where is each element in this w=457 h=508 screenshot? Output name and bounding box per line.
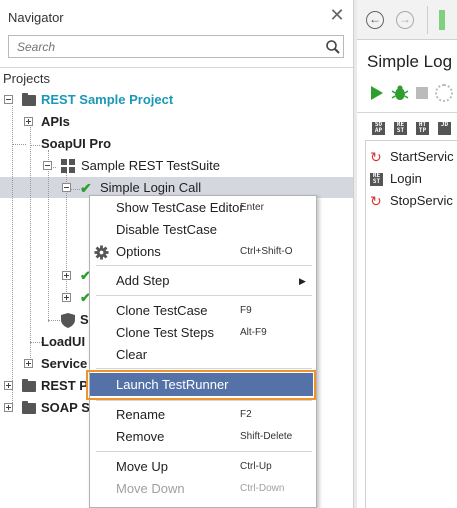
main-toolbar: ← → [357, 0, 457, 40]
tree-item-rest-sample-project[interactable]: REST Sample Project [0, 90, 300, 110]
tree-item-label: REST Sample Project [41, 92, 174, 107]
run-icon[interactable] [371, 86, 383, 100]
groovy-script-icon: ↻ [370, 149, 382, 165]
menu-item-clone-test-steps[interactable]: Clone Test Steps Alt-F9 [90, 322, 316, 344]
tree-item-service[interactable]: Service [0, 354, 90, 374]
tree-item-label: S [80, 312, 89, 327]
menu-item-move-up[interactable]: Move Up Ctrl-Up [90, 456, 316, 478]
expand-toggle[interactable] [24, 359, 33, 368]
expand-toggle[interactable] [4, 403, 13, 412]
menu-item-rename[interactable]: Rename F2 [90, 404, 316, 426]
list-item[interactable]: ↻ StartServic [370, 147, 457, 167]
search-box [8, 35, 344, 58]
status-indicator [439, 10, 445, 30]
editor-panel: ← → Simple Log SO AP RE ST HT TP JD ↻ Start… [357, 0, 457, 508]
highlight-box [86, 370, 316, 400]
tree-item-label: LoadUI [41, 334, 86, 349]
close-icon[interactable]: ✕ [329, 6, 345, 24]
context-menu: Show TestCase Editor Enter Disable TestC… [86, 195, 317, 508]
stop-icon[interactable] [416, 87, 428, 99]
tree-item-security-test[interactable]: S [0, 310, 90, 330]
gear-icon [94, 245, 109, 260]
collapse-toggle[interactable] [62, 183, 71, 192]
tree-item-sample-rest-testsuite[interactable]: Sample REST TestSuite [0, 156, 260, 176]
menu-separator [96, 400, 312, 401]
menu-item-move-down[interactable]: Move Down Ctrl-Down [90, 478, 316, 500]
expand-toggle[interactable] [62, 271, 71, 280]
step-label: Login [390, 171, 422, 186]
step-label: StopServic [390, 193, 453, 208]
menu-item-disable-testcase[interactable]: Disable TestCase [90, 219, 316, 241]
tree-item-rest-project[interactable]: REST P [0, 376, 90, 396]
menu-item-clone-testcase[interactable]: Clone TestCase F9 [90, 300, 316, 322]
step-label: StartServic [390, 149, 454, 164]
tree-item-label: REST P [41, 378, 88, 393]
navigator-header: Navigator ✕ [0, 0, 353, 32]
menu-item-add-step[interactable]: Add Step ▶ [90, 270, 316, 292]
collapse-toggle[interactable] [4, 95, 13, 104]
loop-icon[interactable] [435, 84, 453, 102]
menu-item-remove[interactable]: Remove Shift-Delete [90, 426, 316, 448]
tree-item-testcase[interactable]: ✔ [0, 288, 91, 308]
groovy-script-icon: ↻ [370, 193, 382, 209]
expand-toggle[interactable] [62, 293, 71, 302]
rest-step-icon[interactable]: RE ST [394, 122, 407, 135]
tree-item-soapui-pro[interactable]: SoapUI Pro [0, 134, 200, 154]
menu-separator [96, 368, 312, 369]
divider [0, 67, 353, 68]
tree-item-label: SOAP S [41, 400, 90, 415]
menu-separator [96, 265, 312, 266]
testsuite-icon [61, 159, 75, 173]
tree-item-label: Service [41, 356, 88, 371]
navigator-title: Navigator [8, 10, 64, 25]
rest-request-icon: RE ST [370, 173, 383, 186]
search-icon[interactable] [325, 39, 341, 55]
tree-item-apis[interactable]: APIs [0, 112, 200, 132]
steps-list: ↻ StartServic RE ST Login ↻ StopServic [365, 140, 457, 508]
forward-icon[interactable]: → [396, 11, 414, 29]
menu-separator [96, 295, 312, 296]
divider [357, 112, 457, 113]
editor-title: Simple Log [367, 52, 453, 71]
tree-item-label: APIs [41, 114, 70, 129]
expand-toggle[interactable] [4, 381, 13, 390]
http-step-icon[interactable]: HT TP [416, 122, 429, 135]
expand-toggle[interactable] [24, 117, 33, 126]
tree-item-label: SoapUI Pro [41, 136, 112, 151]
menu-item-clear[interactable]: Clear [90, 344, 316, 366]
folder-icon [22, 379, 36, 392]
menu-separator [96, 451, 312, 452]
menu-item-show-testcase-editor[interactable]: Show TestCase Editor Enter [90, 197, 316, 219]
divider [427, 6, 428, 34]
folder-icon [22, 93, 36, 106]
debug-icon[interactable] [391, 84, 409, 102]
collapse-toggle[interactable] [43, 161, 52, 170]
back-icon[interactable]: ← [366, 11, 384, 29]
list-item[interactable]: ↻ StopServic [370, 191, 457, 211]
tree-item-label: Sample REST TestSuite [81, 158, 220, 173]
projects-label: Projects [3, 71, 50, 86]
tree-item-soap-project[interactable]: SOAP S [0, 398, 90, 418]
folder-icon [22, 401, 36, 414]
tree-item-testcase[interactable]: ✔ [0, 266, 91, 286]
tree-item-loadui[interactable]: LoadUI [0, 332, 90, 352]
shield-icon [61, 313, 75, 328]
jdbc-step-icon[interactable]: JD [438, 122, 451, 135]
menu-item-options[interactable]: Options Ctrl+Shift-O [90, 241, 316, 263]
search-input[interactable] [9, 36, 309, 57]
soap-step-icon[interactable]: SO AP [372, 122, 385, 135]
submenu-arrow-icon: ▶ [299, 276, 306, 286]
list-item[interactable]: RE ST Login [370, 169, 457, 189]
